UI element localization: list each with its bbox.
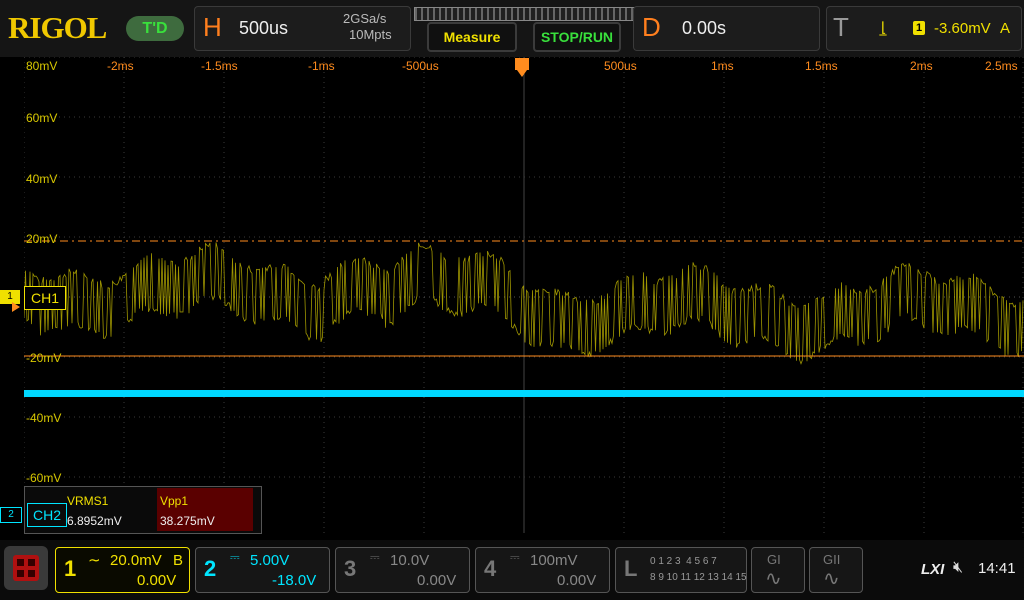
- trigger-position-arrow: [517, 70, 527, 77]
- ch1-bw-limit: B: [173, 552, 184, 569]
- y-tick-40: 40mV: [26, 172, 58, 186]
- y-tick-80: 80mV: [26, 59, 58, 73]
- ch1-offset: 0.00V: [137, 572, 177, 589]
- ch2-number: 2: [204, 556, 217, 581]
- measure-button[interactable]: Measure: [427, 22, 517, 52]
- ch1-coupling-icon: ∼: [88, 552, 101, 569]
- trigger-level: -3.60mV: [934, 20, 991, 37]
- ch1-number: 1: [64, 556, 77, 581]
- ch4-number: 4: [484, 556, 497, 581]
- trigger-level-marker[interactable]: [12, 302, 20, 312]
- clock: 14:41: [978, 560, 1016, 577]
- menu-icon: [13, 555, 39, 581]
- logic-letter: L: [624, 556, 638, 581]
- ch4-offset: 0.00V: [557, 572, 597, 589]
- horizontal-panel[interactable]: H 500us 2GSa/s 10Mpts: [194, 6, 411, 51]
- memory-depth: 10Mpts: [349, 27, 392, 42]
- y-tick-20: 20mV: [26, 232, 58, 246]
- waveform-display[interactable]: [24, 57, 1024, 533]
- lxi-logo: LXI: [921, 561, 945, 578]
- x-tick-m1.5ms: -1.5ms: [201, 59, 238, 73]
- horizontal-letter: H: [203, 12, 222, 42]
- sine-icon: ∿: [765, 568, 782, 590]
- x-tick-500us: 500us: [604, 59, 637, 73]
- ch3-settings[interactable]: 3 ⎓ 10.0V 0.00V: [335, 547, 470, 593]
- menu-icon-cell: [17, 570, 24, 577]
- gen1-label: GI: [767, 552, 781, 567]
- speaker-muted-icon[interactable]: 🔇︎: [953, 559, 963, 577]
- ch1-settings[interactable]: 1 ∼ 20.0mV B 0.00V: [55, 547, 190, 593]
- trigger-position-marker[interactable]: [515, 58, 529, 78]
- delay-letter: D: [642, 12, 661, 42]
- ch4-scale: 100mV: [530, 552, 578, 569]
- menu-button[interactable]: [4, 546, 48, 590]
- mode-badge[interactable]: T'D: [126, 16, 184, 41]
- trigger-position-body: [515, 58, 529, 70]
- ch4-coupling-icon: ⎓: [510, 550, 520, 564]
- ch2-waveform: [24, 390, 1024, 397]
- stop-run-button[interactable]: STOP/RUN: [533, 22, 621, 52]
- logic-analyzer-settings[interactable]: L 0 1 2 3 4 5 6 7 8 9 10 11 12 13 14 15: [615, 547, 747, 593]
- generator-1-button[interactable]: GI ∿: [751, 547, 805, 593]
- sample-rate: 2GSa/s: [343, 11, 387, 26]
- memory-window: [415, 8, 635, 20]
- ch3-coupling-icon: ⎓: [370, 550, 380, 564]
- y-tick-m20: -20mV: [26, 351, 62, 365]
- rigol-logo: RIGOL: [8, 10, 107, 45]
- logic-channels-row1: 0 1 2 3 4 5 6 7: [650, 556, 717, 567]
- memory-overview[interactable]: [414, 7, 636, 21]
- ch2-label: CH2: [27, 503, 67, 527]
- menu-icon-cell: [28, 570, 35, 577]
- vrms-label: VRMS1: [67, 494, 109, 508]
- trigger-source-badge: 1: [913, 21, 925, 35]
- x-tick-m500us: -500us: [402, 59, 439, 73]
- delay-panel[interactable]: D 0.00s: [633, 6, 820, 51]
- ch1-scale: 20.0mV: [110, 552, 162, 569]
- gen2-label: GII: [823, 552, 841, 567]
- x-tick-1ms: 1ms: [711, 59, 734, 73]
- trigger-edge-icon: ⌊̲: [881, 19, 887, 35]
- vrms-value: 6.8952mV: [67, 514, 122, 528]
- ch2-scale: 5.00V: [250, 552, 290, 569]
- logic-channels-row2: 8 9 10 11 12 13 14 15: [650, 572, 747, 583]
- ch1-label: CH1: [24, 286, 66, 310]
- ch3-scale: 10.0V: [390, 552, 430, 569]
- ch4-settings[interactable]: 4 ⎓ 100mV 0.00V: [475, 547, 610, 593]
- vpp-label: Vpp1: [160, 494, 189, 508]
- timebase-value: 500us: [239, 18, 289, 38]
- sine-icon: ∿: [823, 568, 840, 590]
- y-tick-m60: -60mV: [26, 471, 62, 485]
- ch2-offset-marker[interactable]: 2: [0, 507, 22, 523]
- ch3-number: 3: [344, 556, 357, 581]
- x-tick-m2ms: -2ms: [107, 59, 134, 73]
- menu-icon-cell: [28, 559, 35, 566]
- y-tick-60: 60mV: [26, 111, 58, 125]
- trigger-panel[interactable]: T ⌊̲ 1 -3.60mV A: [826, 6, 1022, 51]
- x-tick-2ms: 2ms: [910, 59, 933, 73]
- ch2-settings[interactable]: 2 ⎓ 5.00V -18.0V: [195, 547, 330, 593]
- trigger-letter: T: [833, 12, 849, 42]
- vpp-value: 38.275mV: [160, 514, 215, 528]
- ch2-offset: -18.0V: [272, 572, 317, 589]
- menu-icon-cell: [17, 559, 24, 566]
- generator-2-button[interactable]: GII ∿: [809, 547, 863, 593]
- x-tick-1.5ms: 1.5ms: [805, 59, 838, 73]
- measurement-panel: CH2 VRMS1 6.8952mV Vpp1 38.275mV: [24, 486, 262, 534]
- trigger-mode: A: [1000, 20, 1011, 37]
- ch2-coupling-icon: ⎓: [230, 550, 240, 564]
- x-tick-m1ms: -1ms: [308, 59, 335, 73]
- delay-value: 0.00s: [682, 18, 727, 38]
- y-tick-m40: -40mV: [26, 411, 62, 425]
- x-tick-2.5ms: 2.5ms: [985, 59, 1018, 73]
- ch3-offset: 0.00V: [417, 572, 457, 589]
